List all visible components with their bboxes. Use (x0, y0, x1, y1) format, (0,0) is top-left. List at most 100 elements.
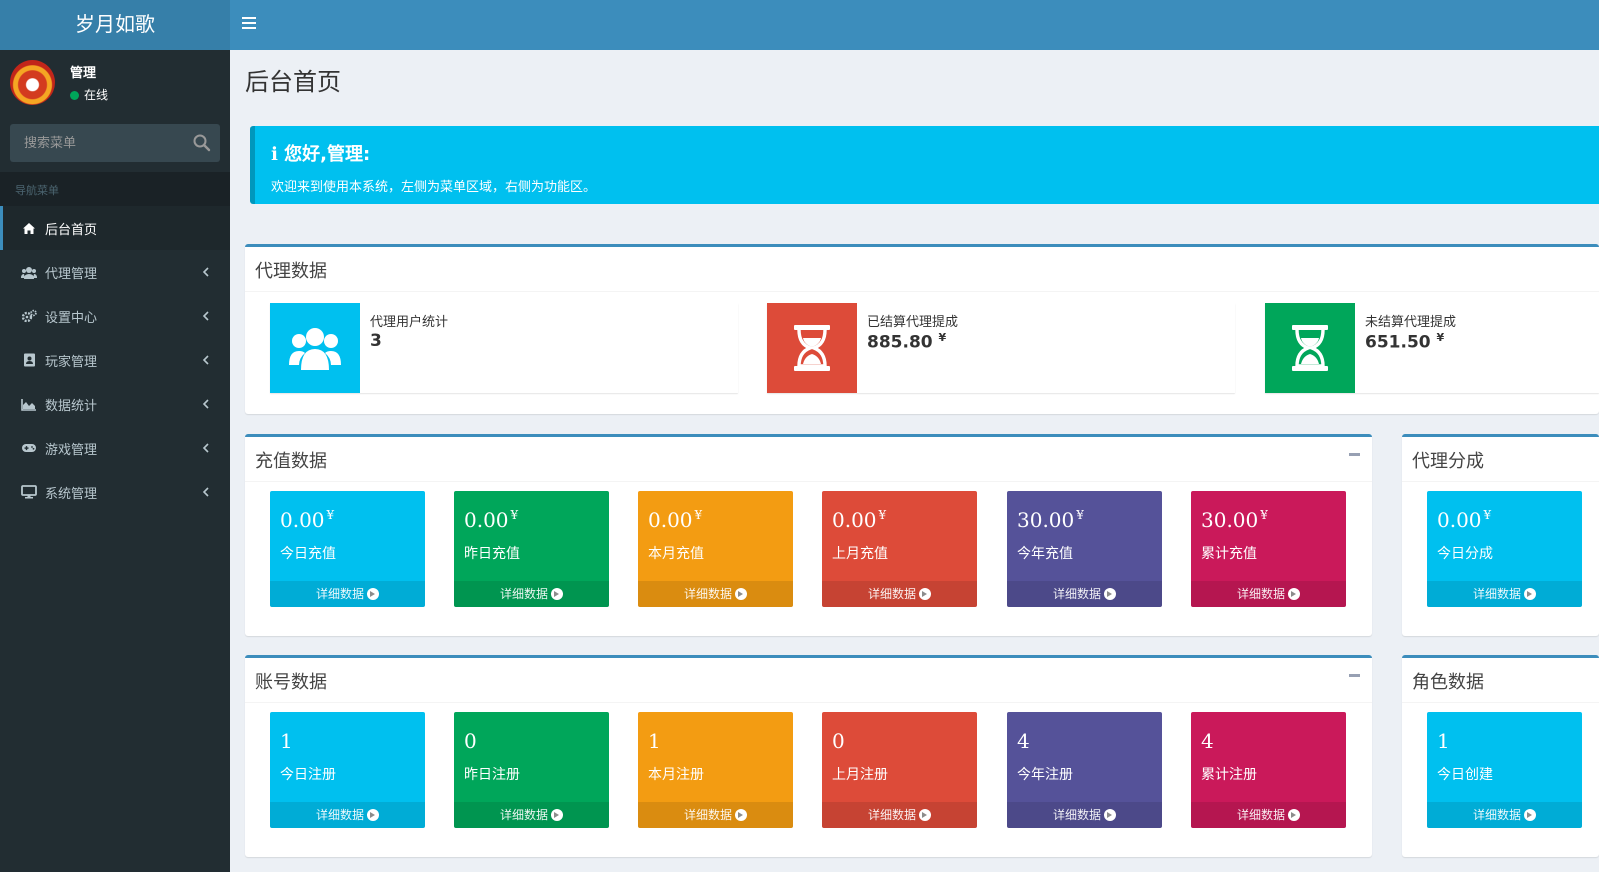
details-link[interactable]: 详细数据 (1191, 581, 1346, 607)
page-title: 后台首页 (245, 68, 341, 96)
small-box-last-month-register: 0 上月注册 详细数据 (822, 712, 977, 828)
app-logo[interactable]: 岁月如歌 (0, 0, 230, 50)
arrow-circle-right-icon (367, 809, 379, 821)
chevron-left-icon (202, 487, 209, 497)
sidebar: 管理 在线 导航菜单 后台首页 代理管理 设置中心 玩家管理 数据统计 (0, 50, 230, 872)
small-box-yesterday-register: 0 昨日注册 详细数据 (454, 712, 609, 828)
details-link[interactable]: 详细数据 (638, 802, 793, 828)
info-box-value: 885.80 ¥ (867, 331, 947, 353)
info-box-agent-users[interactable]: 代理用户统计 3 (270, 303, 738, 393)
sidebar-toggle-icon[interactable] (242, 17, 256, 29)
small-box-value: 0 (464, 729, 477, 753)
home-icon (21, 221, 37, 235)
account-data-box: 账号数据 1 今日注册 详细数据 0 昨日注册 详细数据 1 本月注册 详细数据… (245, 655, 1372, 857)
chevron-left-icon (202, 267, 209, 277)
recharge-data-box: 充值数据 0.00 ¥ 今日充值 详细数据 0.00 ¥ 昨日充值 详细数据 0.0… (245, 434, 1372, 636)
info-box-unsettled-commission[interactable]: 未结算代理提成 651.50 ¥ (1265, 303, 1599, 393)
hourglass-icon (1292, 325, 1328, 371)
sidebar-item-games[interactable]: 游戏管理 (0, 426, 230, 470)
arrow-circle-right-icon (735, 588, 747, 600)
details-link[interactable]: 详细数据 (822, 581, 977, 607)
small-box-label: 昨日注册 (464, 767, 520, 783)
arrow-circle-right-icon (1104, 588, 1116, 600)
small-box-label: 今日创建 (1437, 767, 1493, 783)
info-box-settled-commission[interactable]: 已结算代理提成 885.80 ¥ (767, 303, 1235, 393)
box-divider (1402, 702, 1599, 703)
users-icon (289, 328, 341, 370)
hourglass-icon (794, 325, 830, 371)
info-box-label: 未结算代理提成 (1365, 315, 1457, 330)
address-book-icon (21, 353, 37, 367)
search-icon[interactable] (192, 133, 212, 153)
details-link[interactable]: 详细数据 (1427, 581, 1582, 607)
box-divider (245, 291, 1599, 292)
small-box-yesterday-recharge: 0.00 ¥ 昨日充值 详细数据 (454, 491, 609, 607)
sidebar-search (10, 124, 220, 162)
box-divider (1402, 481, 1599, 482)
small-box-year-recharge: 30.00 ¥ 今年充值 详细数据 (1007, 491, 1162, 607)
small-box-total-recharge: 30.00 ¥ 累计充值 详细数据 (1191, 491, 1346, 607)
sidebar-item-home[interactable]: 后台首页 (0, 206, 230, 250)
arrow-circle-right-icon (367, 588, 379, 600)
info-box-value: 3 (370, 331, 382, 351)
details-link[interactable]: 详细数据 (1427, 802, 1582, 828)
users-icon (21, 265, 37, 279)
info-box-icon (270, 303, 360, 393)
info-box-label: 已结算代理提成 (867, 315, 959, 330)
info-box-icon (1265, 303, 1355, 393)
details-link[interactable]: 详细数据 (638, 581, 793, 607)
sidebar-item-label: 后台首页 (45, 222, 98, 238)
arrow-circle-right-icon (919, 588, 931, 600)
area-chart-icon (21, 397, 37, 411)
small-box-label: 累计注册 (1201, 767, 1257, 783)
details-link[interactable]: 详细数据 (1191, 802, 1346, 828)
small-box-label: 上月充值 (832, 546, 888, 562)
details-link[interactable]: 详细数据 (1007, 802, 1162, 828)
user-status-label: 在线 (84, 88, 109, 102)
sidebar-item-label: 数据统计 (45, 398, 98, 414)
small-box-today-register: 1 今日注册 详细数据 (270, 712, 425, 828)
box-divider (245, 481, 1372, 482)
arrow-circle-right-icon (1524, 588, 1536, 600)
search-input[interactable] (10, 124, 180, 162)
details-link[interactable]: 详细数据 (822, 802, 977, 828)
user-status: 在线 (70, 86, 108, 103)
arrow-circle-right-icon (1104, 809, 1116, 821)
sidebar-item-agent[interactable]: 代理管理 (0, 250, 230, 294)
sidebar-item-statistics[interactable]: 数据统计 (0, 382, 230, 426)
avatar (10, 60, 55, 105)
callout-text: 欢迎来到使用本系统，左侧为菜单区域，右侧为功能区。 (271, 180, 597, 195)
small-box-value: 30.00 ¥ (1201, 508, 1268, 532)
small-box-value: 1 (1437, 729, 1450, 753)
box-divider (245, 702, 1372, 703)
small-box-label: 今日充值 (280, 546, 336, 562)
commission-data-box: 代理分成 0.00 ¥ 今日分成 详细数据 (1402, 434, 1599, 636)
info-icon: ℹ (271, 144, 278, 165)
small-box-value: 0.00 ¥ (1437, 508, 1492, 532)
sidebar-item-system[interactable]: 系统管理 (0, 470, 230, 514)
details-link[interactable]: 详细数据 (270, 581, 425, 607)
role-data-box: 角色数据 1 今日创建 详细数据 (1402, 655, 1599, 857)
details-link[interactable]: 详细数据 (1007, 581, 1162, 607)
collapse-icon[interactable] (1349, 453, 1360, 456)
small-box-value: 0.00 ¥ (832, 508, 887, 532)
small-box-value: 0 (832, 729, 845, 753)
details-link[interactable]: 详细数据 (454, 802, 609, 828)
small-box-value: 1 (280, 729, 293, 753)
small-box-today-commission: 0.00 ¥ 今日分成 详细数据 (1427, 491, 1582, 607)
small-box-label: 上月注册 (832, 767, 888, 783)
arrow-circle-right-icon (551, 809, 563, 821)
sidebar-item-players[interactable]: 玩家管理 (0, 338, 230, 382)
sidebar-item-settings[interactable]: 设置中心 (0, 294, 230, 338)
collapse-icon[interactable] (1349, 674, 1360, 677)
user-panel: 管理 在线 (0, 50, 230, 120)
info-box-icon (767, 303, 857, 393)
gamepad-icon (21, 441, 37, 455)
details-link[interactable]: 详细数据 (270, 802, 425, 828)
box-title: 代理分成 (1412, 451, 1484, 472)
arrow-circle-right-icon (919, 809, 931, 821)
small-box-value: 0.00 ¥ (648, 508, 703, 532)
small-box-month-register: 1 本月注册 详细数据 (638, 712, 793, 828)
small-box-value: 4 (1201, 729, 1214, 753)
details-link[interactable]: 详细数据 (454, 581, 609, 607)
